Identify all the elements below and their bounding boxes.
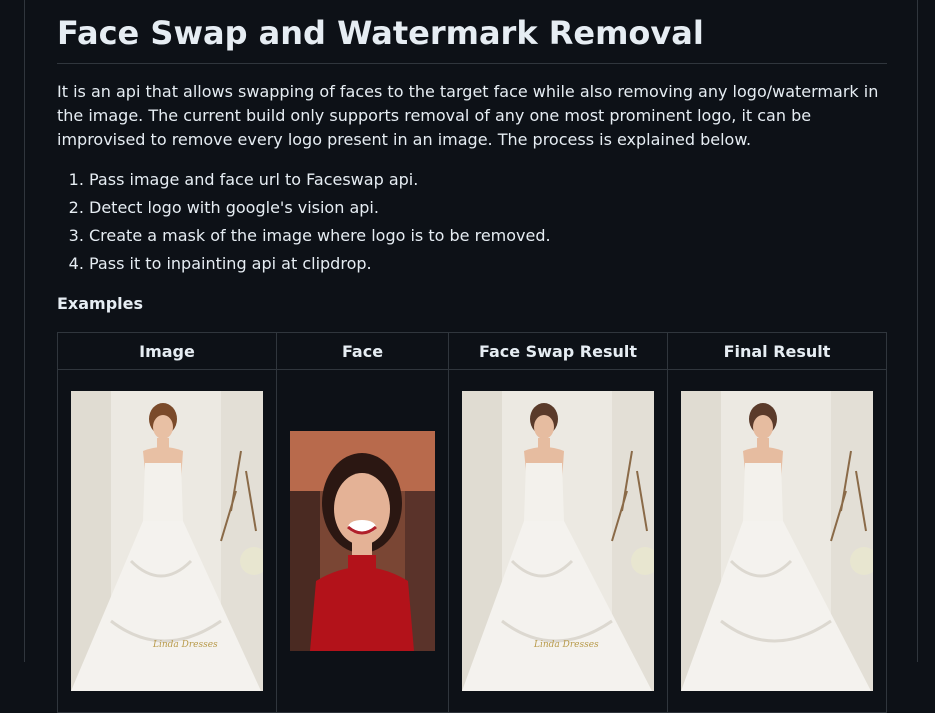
page-title: Face Swap and Watermark Removal: [57, 0, 887, 64]
list-item: Pass it to inpainting api at clipdrop.: [89, 252, 887, 276]
examples-heading: Examples: [57, 294, 144, 313]
face-image[interactable]: [290, 431, 435, 651]
table-row: Linda Dresses Linda Dresses: [57, 369, 887, 713]
table-cell-final-result: [667, 369, 887, 713]
table-cell-image: Linda Dresses: [57, 369, 277, 713]
readme-content: Face Swap and Watermark Removal It is an…: [57, 0, 887, 713]
table-cell-face: [276, 369, 449, 713]
column-header-final-result: Final Result: [667, 332, 887, 370]
watermark-logo: Linda Dresses: [152, 640, 218, 650]
list-item: Create a mask of the image where logo is…: [89, 224, 887, 248]
table-cell-face-swap-result: Linda Dresses: [448, 369, 668, 713]
table-header-row: Image Face Face Swap Result Final Result: [57, 332, 887, 370]
process-steps-list: Pass image and face url to Faceswap api.…: [57, 168, 887, 276]
column-header-face: Face: [276, 332, 449, 370]
bride-image[interactable]: Linda Dresses: [71, 391, 263, 691]
column-header-image: Image: [57, 332, 277, 370]
final-result-image[interactable]: [681, 391, 873, 691]
face-swap-result-image[interactable]: Linda Dresses: [462, 391, 654, 691]
watermark-logo: Linda Dresses: [533, 640, 599, 650]
intro-paragraph: It is an api that allows swapping of fac…: [57, 82, 879, 149]
list-item: Pass image and face url to Faceswap api.: [89, 168, 887, 192]
list-item: Detect logo with google's vision api.: [89, 196, 887, 220]
column-header-face-swap-result: Face Swap Result: [448, 332, 668, 370]
examples-table: Image Face Face Swap Result Final Result: [57, 332, 887, 713]
